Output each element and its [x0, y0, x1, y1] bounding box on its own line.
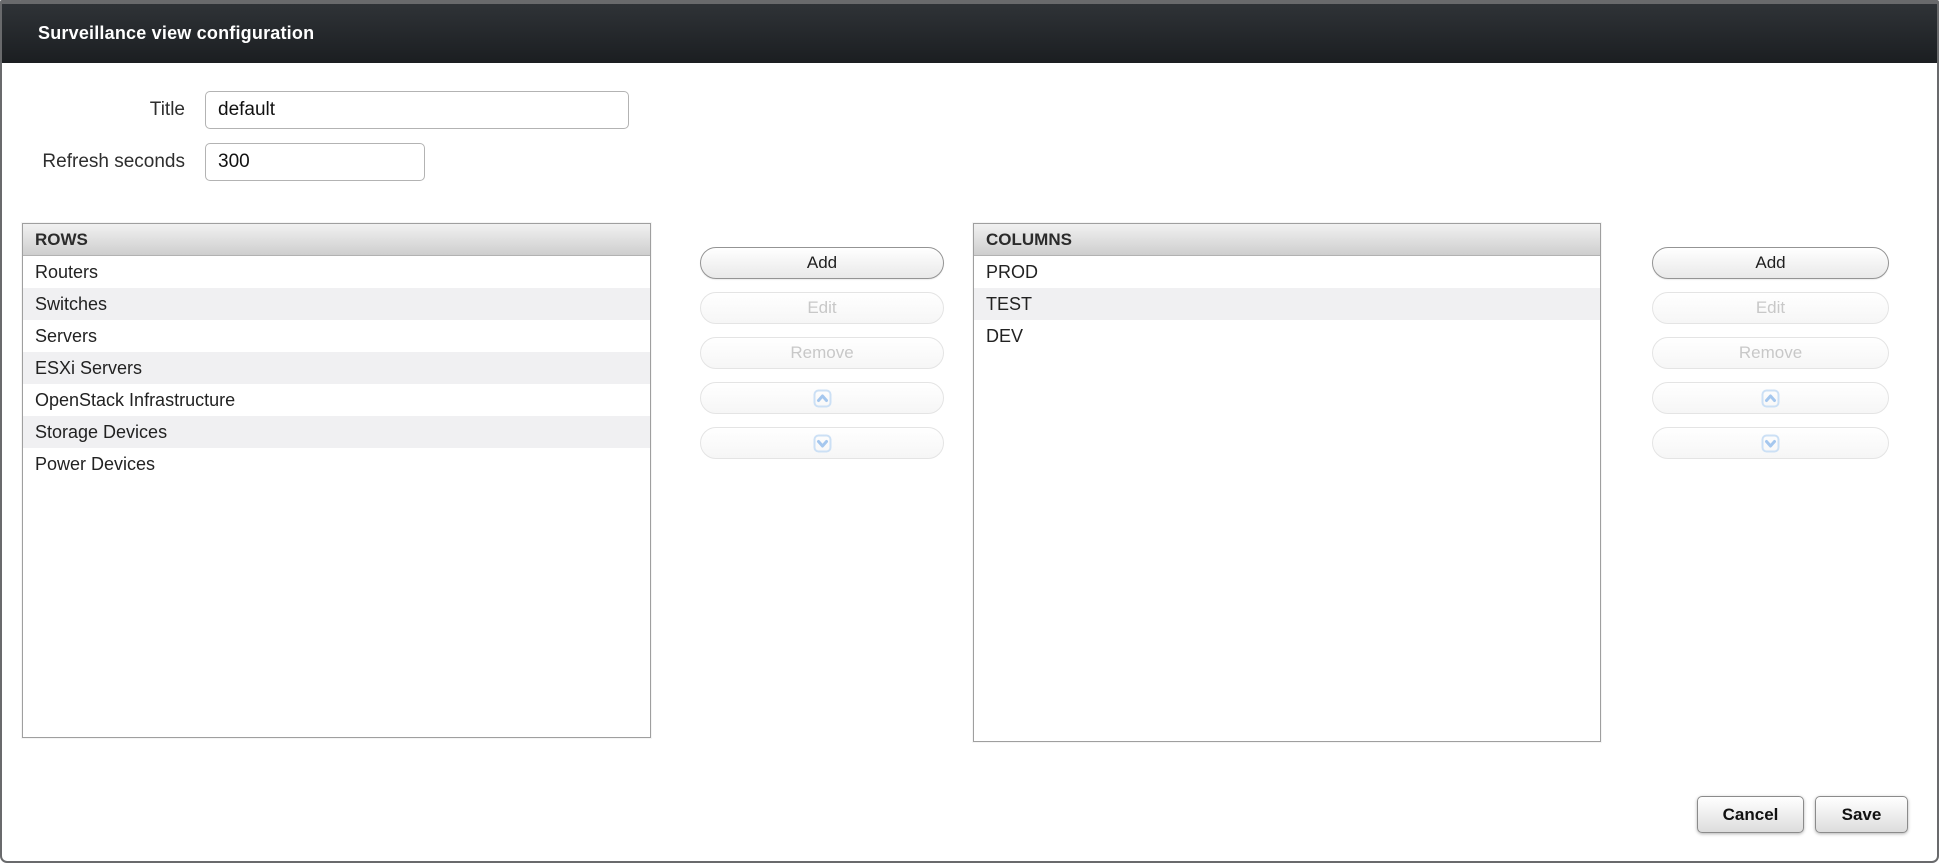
rows-list-item[interactable]: Servers [23, 320, 650, 352]
rows-list-item[interactable]: Storage Devices [23, 416, 650, 448]
cancel-button[interactable]: Cancel [1697, 796, 1804, 833]
columns-list-item[interactable]: DEV [974, 320, 1600, 352]
chevron-down-icon [813, 434, 832, 453]
rows-move-up-button[interactable] [700, 382, 944, 414]
surveillance-config-dialog: Surveillance view configuration Title Re… [0, 0, 1939, 863]
title-input[interactable] [205, 91, 629, 129]
columns-move-up-button[interactable] [1652, 382, 1889, 414]
rows-edit-button[interactable]: Edit [700, 292, 944, 324]
rows-list-item[interactable]: Power Devices [23, 448, 650, 480]
refresh-seconds-label: Refresh seconds [2, 143, 185, 181]
rows-list-item[interactable]: OpenStack Infrastructure [23, 384, 650, 416]
rows-list-item[interactable]: ESXi Servers [23, 352, 650, 384]
title-label: Title [2, 91, 185, 129]
columns-remove-button[interactable]: Remove [1652, 337, 1889, 369]
chevron-up-icon [813, 389, 832, 408]
columns-panel: COLUMNS PROD TEST DEV [973, 223, 1601, 742]
columns-list-item[interactable]: PROD [974, 256, 1600, 288]
columns-add-button[interactable]: Add [1652, 247, 1889, 279]
dialog-header: Surveillance view configuration [2, 4, 1937, 63]
rows-list-item[interactable]: Routers [23, 256, 650, 288]
rows-remove-button[interactable]: Remove [700, 337, 944, 369]
rows-add-button[interactable]: Add [700, 247, 944, 279]
refresh-seconds-input[interactable] [205, 143, 425, 181]
rows-move-down-button[interactable] [700, 427, 944, 459]
rows-list-item[interactable]: Switches [23, 288, 650, 320]
chevron-down-icon [1761, 434, 1780, 453]
chevron-up-icon [1761, 389, 1780, 408]
dialog-title: Surveillance view configuration [38, 23, 314, 44]
columns-panel-header: COLUMNS [974, 224, 1600, 256]
save-button[interactable]: Save [1815, 796, 1908, 833]
columns-list-item[interactable]: TEST [974, 288, 1600, 320]
columns-edit-button[interactable]: Edit [1652, 292, 1889, 324]
columns-move-down-button[interactable] [1652, 427, 1889, 459]
rows-panel: ROWS Routers Switches Servers ESXi Serve… [22, 223, 651, 738]
columns-actions: Add Edit Remove [1652, 247, 1889, 472]
rows-actions: Add Edit Remove [700, 247, 944, 472]
rows-panel-header: ROWS [23, 224, 650, 256]
